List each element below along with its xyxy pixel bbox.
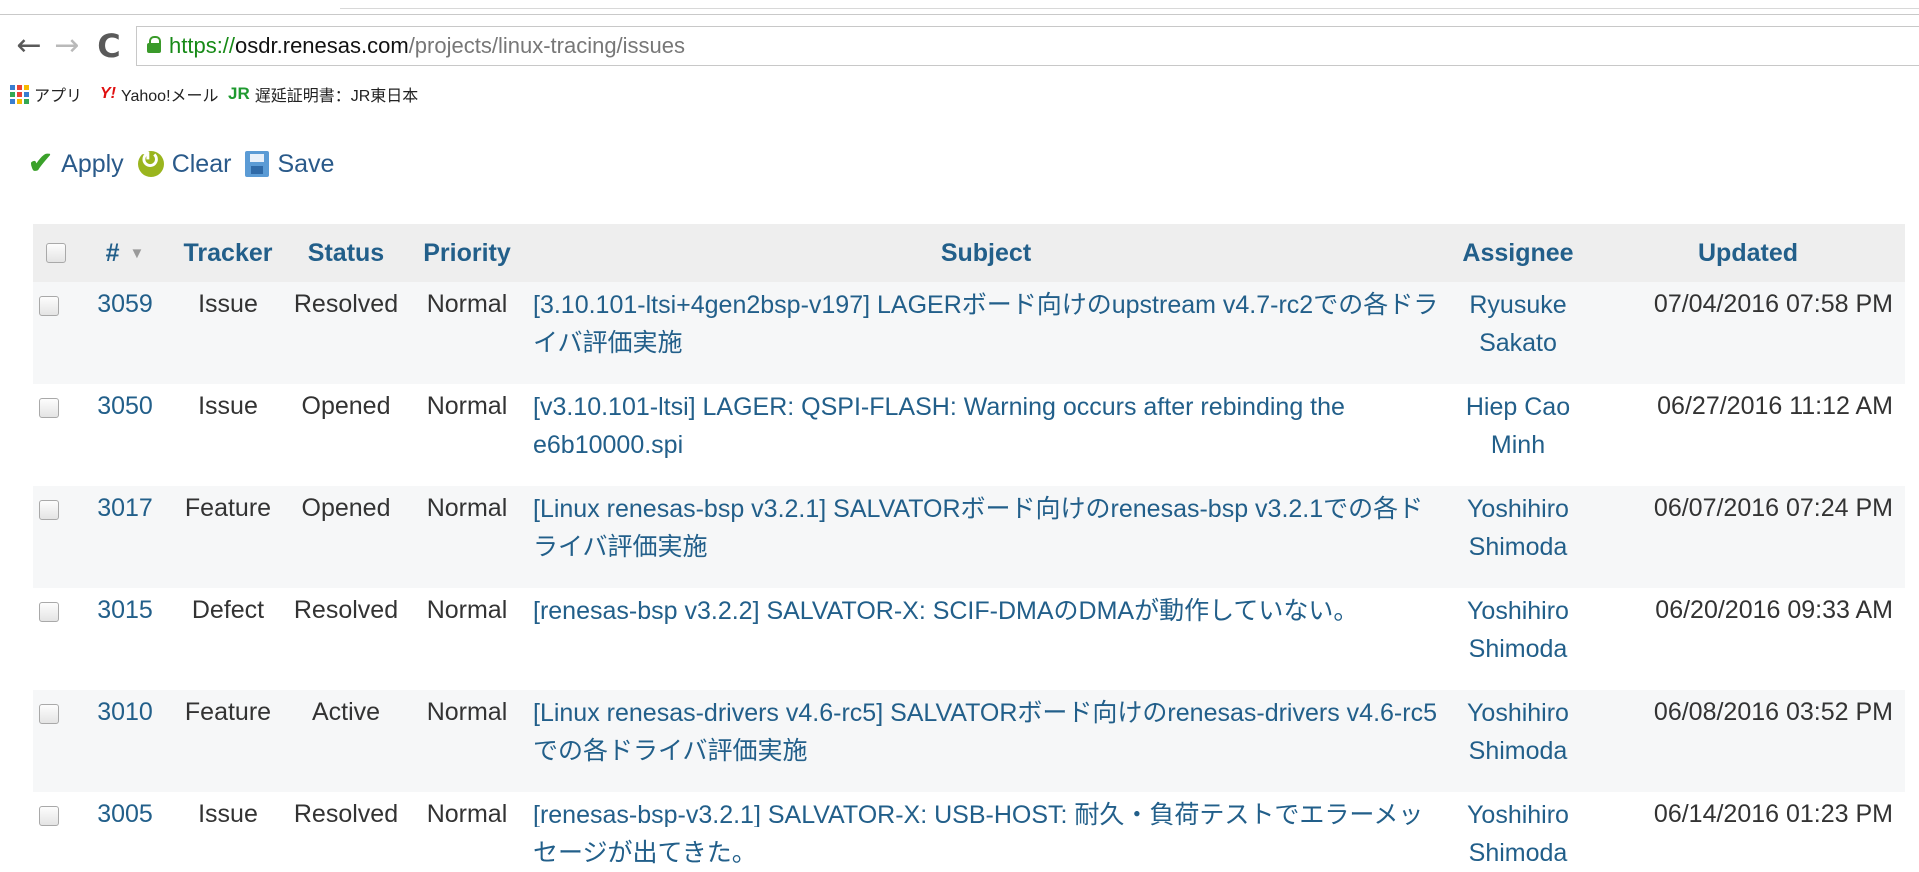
back-arrow-icon[interactable]: ← — [12, 26, 46, 66]
bookmarks-bar: アプリ Y! Yahoo!メール JR 遅延証明書：JR東日本 — [0, 78, 1919, 108]
row-checkbox[interactable] — [39, 296, 59, 316]
tracker-cell: Feature — [171, 486, 285, 588]
issue-id-link[interactable]: 3017 — [79, 486, 171, 588]
assignee-link[interactable]: Yoshihiro Shimoda — [1445, 588, 1591, 690]
status-cell: Resolved — [285, 282, 407, 384]
row-checkbox-cell — [33, 282, 79, 384]
address-bar[interactable]: https://osdr.renesas.com/projects/linux-… — [136, 26, 1919, 66]
table-header-row: # ▼ Tracker Status Priority Subject Assig… — [33, 224, 1905, 282]
clear-button[interactable]: Clear — [137, 146, 232, 179]
column-header-subject[interactable]: Subject — [527, 224, 1445, 282]
query-actions: ✔ Apply Clear Save — [28, 146, 348, 182]
forward-arrow-icon[interactable]: → — [50, 26, 84, 66]
bookmark-yahoo-mail[interactable]: Y! Yahoo!メール — [100, 82, 219, 106]
select-all-checkbox[interactable] — [46, 242, 66, 263]
apps-grid-icon — [10, 84, 29, 104]
priority-cell: Normal — [407, 486, 527, 588]
priority-cell: Normal — [407, 588, 527, 690]
bookmark-jr-label: 遅延証明書：JR東日本 — [254, 88, 419, 105]
table-row: 3015 Defect Resolved Normal [renesas-bsp… — [33, 588, 1905, 690]
updated-cell: 06/27/2016 11:12 AM — [1591, 384, 1905, 486]
tracker-cell: Defect — [171, 588, 285, 690]
status-cell: Active — [285, 690, 407, 792]
tracker-cell: Issue — [171, 282, 285, 384]
subject-link[interactable]: [3.10.101-ltsi+4gen2bsp-v197] LAGERボード向け… — [527, 282, 1445, 384]
bookmark-jr-delay-certificate[interactable]: JR 遅延証明書：JR東日本 — [228, 82, 418, 106]
subject-link[interactable]: [Linux renesas-drivers v4.6-rc5] SALVATO… — [527, 690, 1445, 792]
updated-cell: 07/04/2016 07:58 PM — [1591, 282, 1905, 384]
clear-label: Clear — [171, 149, 232, 178]
reload-icon[interactable]: C — [92, 26, 126, 66]
table-row: 3010 Feature Active Normal [Linux renesa… — [33, 690, 1905, 792]
column-header-id-label: # — [105, 238, 120, 267]
bookmark-apps-label: アプリ — [34, 88, 83, 105]
url-host: osdr.renesas.com — [235, 33, 409, 58]
lock-icon — [147, 36, 161, 53]
updated-cell: 06/07/2016 07:24 PM — [1591, 486, 1905, 588]
row-checkbox[interactable] — [39, 806, 59, 826]
priority-cell: Normal — [407, 690, 527, 792]
row-checkbox[interactable] — [39, 602, 59, 622]
table-row: 3017 Feature Opened Normal [Linux renesa… — [33, 486, 1905, 588]
assignee-link[interactable]: Yoshihiro Shimoda — [1445, 486, 1591, 588]
row-checkbox-cell — [33, 690, 79, 792]
priority-cell: Normal — [407, 384, 527, 486]
apply-label: Apply — [61, 149, 124, 178]
select-all-checkbox-cell — [33, 224, 79, 282]
save-button[interactable]: Save — [245, 150, 334, 179]
table-row: 3050 Issue Opened Normal [v3.10.101-ltsi… — [33, 384, 1905, 486]
subject-link[interactable]: [v3.10.101-ltsi] LAGER: QSPI-FLASH: Warn… — [527, 384, 1445, 486]
assignee-link[interactable]: Hiep Cao Minh — [1445, 384, 1591, 486]
issues-table: # ▼ Tracker Status Priority Subject Assig… — [33, 224, 1905, 872]
issue-id-link[interactable]: 3015 — [79, 588, 171, 690]
column-header-id[interactable]: # ▼ — [79, 224, 171, 282]
status-cell: Opened — [285, 384, 407, 486]
url-scheme: https:// — [169, 33, 236, 58]
bookmark-yahoo-mail-label: Yahoo!メール — [121, 88, 219, 105]
reload-clear-icon — [137, 146, 164, 177]
row-checkbox[interactable] — [39, 704, 59, 724]
jr-logo-icon: JR — [228, 84, 250, 103]
issue-id-link[interactable]: 3059 — [79, 282, 171, 384]
url-text[interactable]: https://osdr.renesas.com/projects/linux-… — [169, 33, 685, 59]
issue-id-link[interactable]: 3010 — [79, 690, 171, 792]
tracker-cell: Feature — [171, 690, 285, 792]
assignee-link[interactable]: Ryusuke Sakato — [1445, 282, 1591, 384]
tracker-cell: Issue — [171, 384, 285, 486]
table-row: 3059 Issue Resolved Normal [3.10.101-lts… — [33, 282, 1905, 384]
updated-cell: 06/08/2016 03:52 PM — [1591, 690, 1905, 792]
sort-descending-icon: ▼ — [129, 245, 145, 263]
browser-toolbar: ← → C https://osdr.renesas.com/projects/… — [0, 16, 1919, 74]
assignee-link[interactable]: Yoshihiro Shimoda — [1445, 690, 1591, 792]
yahoo-logo-icon: Y! — [100, 85, 116, 102]
row-checkbox-cell — [33, 384, 79, 486]
priority-cell: Normal — [407, 282, 527, 384]
column-header-tracker[interactable]: Tracker — [171, 224, 285, 282]
status-cell: Opened — [285, 486, 407, 588]
row-checkbox[interactable] — [39, 500, 59, 520]
bookmark-apps[interactable]: アプリ — [10, 82, 82, 106]
row-checkbox-cell — [33, 486, 79, 588]
column-header-assignee[interactable]: Assignee — [1445, 224, 1591, 282]
column-header-priority[interactable]: Priority — [407, 224, 527, 282]
floppy-disk-icon — [245, 151, 270, 177]
subject-link[interactable]: [Linux renesas-bsp v3.2.1] SALVATORボード向け… — [527, 486, 1445, 588]
browser-tab-strip — [0, 0, 1919, 15]
url-path: /projects/linux-tracing/issues — [408, 33, 686, 58]
updated-cell: 06/20/2016 09:33 AM — [1591, 588, 1905, 690]
apply-button[interactable]: ✔ Apply — [28, 149, 124, 179]
subject-link[interactable]: [renesas-bsp v3.2.2] SALVATOR-X: SCIF-DM… — [527, 588, 1445, 690]
column-header-updated[interactable]: Updated — [1591, 224, 1905, 282]
save-label: Save — [277, 149, 335, 178]
status-cell: Resolved — [285, 588, 407, 690]
checkmark-icon: ✔ — [28, 147, 54, 180]
column-header-status[interactable]: Status — [285, 224, 407, 282]
row-checkbox[interactable] — [39, 398, 59, 418]
row-checkbox-cell — [33, 588, 79, 690]
page-edge — [0, 827, 1919, 839]
issue-id-link[interactable]: 3050 — [79, 384, 171, 486]
